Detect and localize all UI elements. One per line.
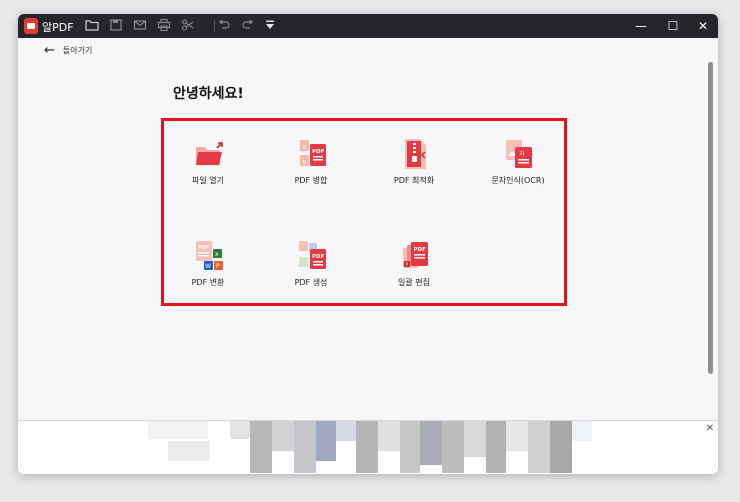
tool-batch-edit[interactable]: PDF P 일괄 편집 — [369, 240, 459, 296]
tool-label: PDF 병합 — [294, 176, 328, 185]
tool-pdf-create[interactable]: PDF PDF 생성 — [266, 240, 356, 296]
close-button[interactable]: ✕ — [693, 17, 713, 35]
svg-text:PDF: PDF — [312, 254, 325, 260]
app-name: 알PDF — [42, 21, 74, 34]
minimize-button[interactable]: — — [631, 17, 651, 35]
batch-edit-icon: PDF P — [399, 240, 431, 272]
svg-text:x: x — [215, 251, 219, 258]
tool-label: PDF 최적화 — [393, 176, 435, 185]
redo-icon[interactable] — [240, 18, 256, 34]
tool-ocr[interactable]: 가 문자인식(OCR) — [473, 138, 563, 194]
scissors-icon[interactable] — [180, 18, 196, 34]
tool-label: PDF 생성 — [294, 278, 328, 287]
maximize-button[interactable]: ☐ — [663, 17, 683, 35]
back-label: 돌아가기 — [62, 45, 93, 55]
dropdown-menu-icon[interactable] — [262, 18, 278, 34]
vertical-scrollbar[interactable] — [706, 58, 714, 378]
svg-text:b: b — [303, 159, 307, 166]
print-icon[interactable] — [156, 18, 172, 34]
svg-text:W: W — [205, 263, 211, 270]
tool-label: 문자인식(OCR) — [491, 176, 545, 185]
tool-pdf-merge[interactable]: a b PDF PDF 병합 — [266, 138, 356, 194]
pdf-convert-icon: PDF x W P — [193, 240, 225, 272]
mail-icon[interactable] — [132, 18, 148, 34]
tool-pdf-convert[interactable]: PDF x W P PDF 변환 — [163, 240, 253, 296]
folder-open-icon — [193, 138, 225, 170]
ad-close-icon[interactable]: ✕ — [704, 423, 716, 435]
save-icon[interactable] — [108, 18, 124, 34]
svg-text:P: P — [216, 263, 220, 270]
app-logo-icon — [24, 18, 38, 34]
svg-text:P: P — [406, 262, 409, 268]
back-button[interactable]: ← 돌아가기 — [44, 42, 92, 58]
scrollbar-thumb[interactable] — [708, 62, 713, 374]
ocr-icon: 가 — [503, 138, 535, 170]
svg-text:a: a — [303, 144, 307, 151]
back-arrow-icon: ← — [44, 42, 55, 58]
tool-label: 파일 열기 — [192, 176, 224, 185]
tool-open-file[interactable]: 파일 열기 — [163, 138, 253, 194]
greeting-title: 안녕하세요! — [173, 86, 244, 102]
svg-text:가: 가 — [519, 150, 525, 158]
svg-text:PDF: PDF — [198, 245, 209, 251]
pdf-compress-icon — [399, 138, 431, 170]
svg-text:PDF: PDF — [414, 247, 427, 253]
folder-icon[interactable] — [84, 18, 100, 34]
title-bar: 알PDF — ☐ ✕ — [18, 14, 718, 38]
toolbar-divider — [214, 20, 215, 32]
app-window: 알PDF — ☐ ✕ ← 돌아가기 안녕하세요! 파일 열기 a b PDF P… — [18, 14, 718, 474]
tool-label: PDF 변환 — [191, 278, 225, 287]
pdf-merge-icon: a b PDF — [296, 138, 328, 170]
tool-pdf-optimize[interactable]: PDF 최적화 — [369, 138, 459, 194]
pdf-create-icon: PDF — [296, 240, 328, 272]
svg-text:PDF: PDF — [312, 149, 325, 155]
undo-icon[interactable] — [216, 18, 232, 34]
tool-label: 일괄 편집 — [398, 278, 430, 287]
ad-banner[interactable]: ✕ — [18, 420, 718, 474]
